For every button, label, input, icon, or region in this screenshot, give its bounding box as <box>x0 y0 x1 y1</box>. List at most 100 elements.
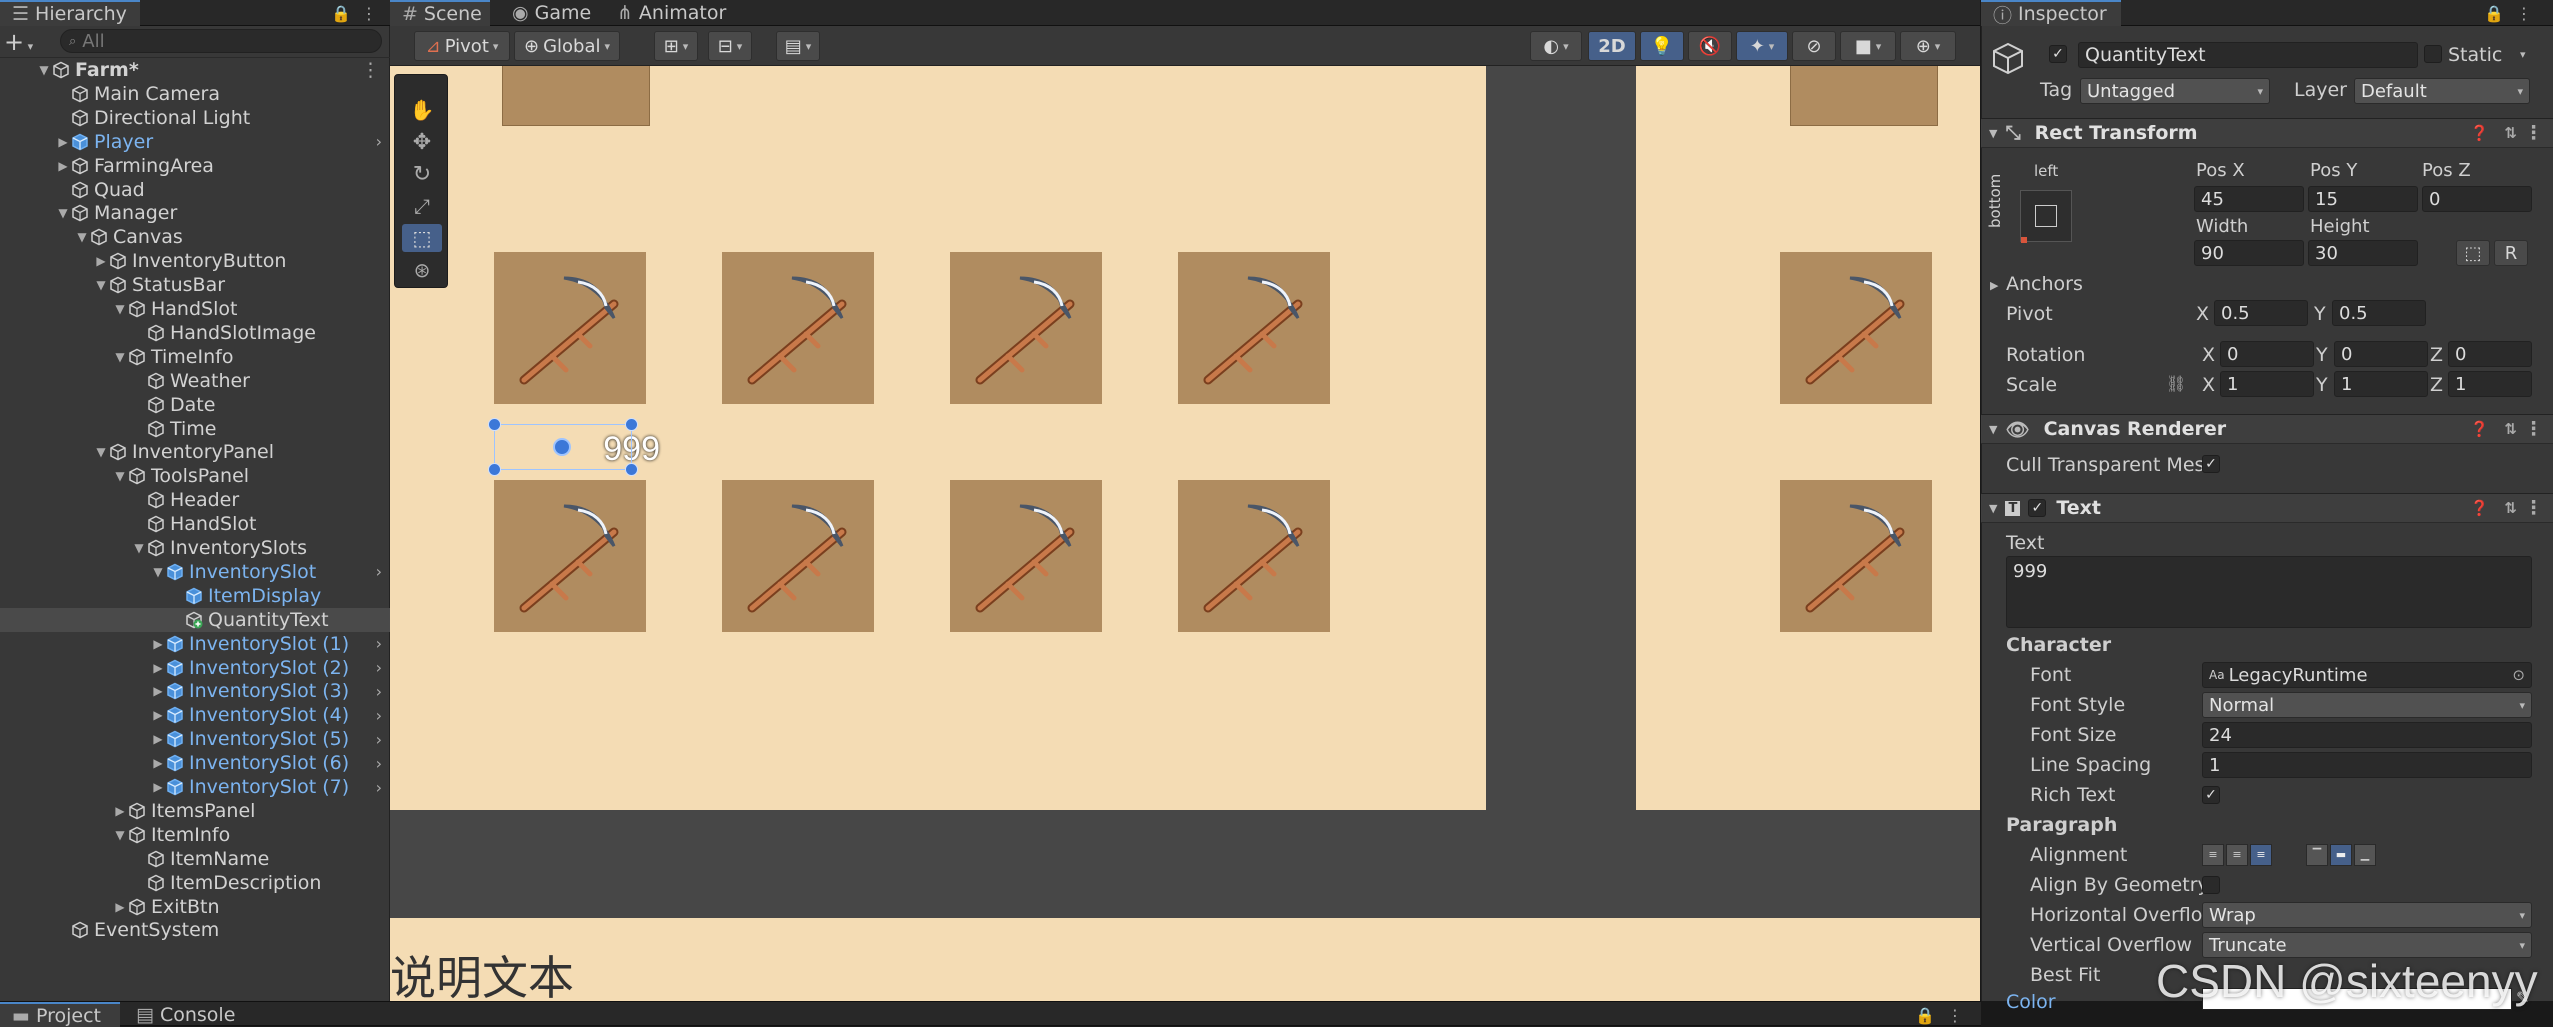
tab-inspector[interactable]: ⓘ Inspector <box>1981 0 2121 27</box>
hierarchy-row[interactable]: ▶ InventorySlot (7) › <box>0 775 390 799</box>
collapsed-arrow-icon[interactable]: ▶ <box>150 708 166 722</box>
open-prefab-arrow-icon[interactable]: › <box>376 562 382 581</box>
scale-y-field[interactable]: 1 <box>2334 371 2428 397</box>
hierarchy-row[interactable]: ▶ InventorySlot (2) › <box>0 656 390 680</box>
hierarchy-row[interactable]: Weather <box>0 369 390 393</box>
object-picker-icon[interactable]: ⊙ <box>2512 666 2525 684</box>
align-left-button[interactable]: ≡ <box>2202 844 2224 866</box>
hierarchy-row[interactable]: ItemDisplay <box>0 584 390 608</box>
global-dropdown[interactable]: ⊕ Global ▾ <box>514 31 620 61</box>
effects-button[interactable]: ✦ ▾ <box>1736 31 1788 61</box>
height-field[interactable]: 30 <box>2308 240 2418 266</box>
lock-icon[interactable]: 🔒 <box>328 2 354 24</box>
kebab-menu-icon[interactable]: ⋮ <box>356 2 382 24</box>
align-right-button[interactable]: ≡ <box>2250 844 2272 866</box>
posy-field[interactable]: 15 <box>2308 186 2418 212</box>
open-prefab-arrow-icon[interactable]: › <box>376 132 382 151</box>
hierarchy-row[interactable]: Time <box>0 417 390 441</box>
anchor-presets-button[interactable] <box>2020 190 2072 243</box>
expanded-arrow-icon[interactable]: ▼ <box>112 350 128 364</box>
inventory-slot[interactable] <box>1780 252 1932 404</box>
tab-animator[interactable]: ⋔ Animator <box>605 0 745 26</box>
hierarchy-row[interactable]: ▼ Farm* ⋮ <box>0 58 390 82</box>
inventory-slot[interactable] <box>1780 480 1932 632</box>
handle-br[interactable] <box>625 463 638 476</box>
rect-transform-header[interactable]: ▼ ⤡ Rect Transform ❓ ⇅ ⋮ <box>1981 118 2553 148</box>
component-menu-icon[interactable]: ⋮ <box>2524 122 2543 144</box>
hierarchy-row[interactable]: Quad <box>0 178 390 202</box>
hierarchy-search-input[interactable]: ⌕ All <box>60 29 382 53</box>
view-tool-button[interactable]: ✋ <box>402 96 442 124</box>
preset-icon[interactable]: ⇅ <box>2504 499 2517 517</box>
hierarchy-row[interactable]: ItemName <box>0 847 390 871</box>
tab-project[interactable]: ▬ Project <box>0 1002 120 1027</box>
rot-x-field[interactable]: 0 <box>2220 341 2314 367</box>
add-icon[interactable]: + ▾ <box>4 28 33 56</box>
collapsed-arrow-icon[interactable]: ▶ <box>150 684 166 698</box>
open-prefab-arrow-icon[interactable]: › <box>376 706 382 725</box>
bottom-lock-icon[interactable]: 🔒 <box>1912 1004 1938 1026</box>
rotate-tool-button[interactable]: ↻ <box>402 160 442 188</box>
pivot-handle[interactable] <box>553 438 571 456</box>
inventory-slot[interactable] <box>1178 252 1330 404</box>
anchors-expand-arrow[interactable]: ▶ <box>1990 279 1998 292</box>
inspector-lock-icon[interactable]: 🔒 <box>2481 2 2507 24</box>
collapsed-arrow-icon[interactable]: ▶ <box>93 254 109 268</box>
static-dropdown-arrow[interactable]: ▾ <box>2520 48 2526 61</box>
help-icon[interactable]: ❓ <box>2470 420 2489 438</box>
inventory-slot[interactable] <box>722 480 874 632</box>
collapsed-arrow-icon[interactable]: ▶ <box>150 780 166 794</box>
lighting-button[interactable]: 💡 <box>1640 31 1684 61</box>
handle-tl[interactable] <box>488 418 501 431</box>
tab-game[interactable]: ◉ Game <box>500 0 600 26</box>
expanded-arrow-icon[interactable]: ▼ <box>112 469 128 483</box>
blueprint-mode-button[interactable]: ⬚ <box>2456 240 2490 266</box>
expanded-arrow-icon[interactable]: ▼ <box>93 278 109 292</box>
text-component-header[interactable]: ▼ T ✓ Text ❓ ⇅ ⋮ <box>1981 493 2553 523</box>
hierarchy-row[interactable]: ▶ InventorySlot (5) › <box>0 727 390 751</box>
hierarchy-row[interactable]: ▼ ItemInfo <box>0 823 390 847</box>
open-prefab-arrow-icon[interactable]: › <box>376 730 382 749</box>
font-style-dropdown[interactable]: Normal ▾ <box>2202 692 2532 718</box>
font-field[interactable]: Aa LegacyRuntime ⊙ <box>2202 662 2532 688</box>
collapsed-arrow-icon[interactable]: ▶ <box>150 637 166 651</box>
tab-scene[interactable]: # Scene <box>390 0 490 26</box>
hierarchy-row[interactable]: ItemDescription <box>0 871 390 895</box>
inventory-slot[interactable] <box>950 252 1102 404</box>
hierarchy-row[interactable]: HandSlotImage <box>0 321 390 345</box>
preset-icon[interactable]: ⇅ <box>2504 124 2517 142</box>
constrain-proportions-icon[interactable]: ⛓ <box>2166 374 2186 393</box>
hierarchy-row[interactable]: ▶ ExitBtn <box>0 895 390 919</box>
hierarchy-row[interactable]: ▶ InventorySlot (3) › <box>0 679 390 703</box>
draw-mode-button[interactable]: ◐ ▾ <box>1530 31 1582 61</box>
audio-button[interactable]: 🔇 <box>1688 31 1732 61</box>
layer-dropdown[interactable]: Default ▾ <box>2354 78 2530 104</box>
tab-console[interactable]: ▤ Console <box>124 1002 244 1027</box>
pivot-x-field[interactable]: 0.5 <box>2214 300 2308 326</box>
hierarchy-row[interactable]: HandSlot <box>0 512 390 536</box>
open-prefab-arrow-icon[interactable]: › <box>376 658 382 677</box>
anchors-label[interactable]: Anchors <box>2006 273 2083 295</box>
static-checkbox[interactable] <box>2424 45 2442 63</box>
hierarchy-row[interactable]: ▼ InventorySlots <box>0 536 390 560</box>
scene-menu-icon[interactable]: ⋮ <box>361 59 380 81</box>
hierarchy-row[interactable]: ▼ InventorySlot › <box>0 560 390 584</box>
open-prefab-arrow-icon[interactable]: › <box>376 634 382 653</box>
expanded-arrow-icon[interactable]: ▼ <box>112 828 128 842</box>
grid-visibility-button[interactable]: ▤ ▾ <box>776 31 820 61</box>
hierarchy-row[interactable]: ▼ TimeInfo <box>0 345 390 369</box>
pivot-dropdown[interactable]: ⊿ Pivot ▾ <box>414 31 510 61</box>
open-prefab-arrow-icon[interactable]: › <box>376 754 382 773</box>
help-icon[interactable]: ❓ <box>2470 124 2489 142</box>
canvas-renderer-header[interactable]: ▼ 👁 Canvas Renderer ❓ ⇅ ⋮ <box>1981 414 2553 444</box>
object-name-input[interactable]: QuantityText <box>2078 42 2418 68</box>
collapsed-arrow-icon[interactable]: ▶ <box>112 900 128 914</box>
raw-edit-button[interactable]: R <box>2494 240 2528 266</box>
move-tool-button[interactable]: ✥ <box>402 128 442 156</box>
hierarchy-row[interactable]: ▶ InventoryButton <box>0 249 390 273</box>
hierarchy-row[interactable]: ▶ InventorySlot (4) › <box>0 703 390 727</box>
width-field[interactable]: 90 <box>2194 240 2304 266</box>
expanded-arrow-icon[interactable]: ▼ <box>93 445 109 459</box>
scale-z-field[interactable]: 1 <box>2448 371 2532 397</box>
hierarchy-row[interactable]: ▼ InventoryPanel <box>0 440 390 464</box>
